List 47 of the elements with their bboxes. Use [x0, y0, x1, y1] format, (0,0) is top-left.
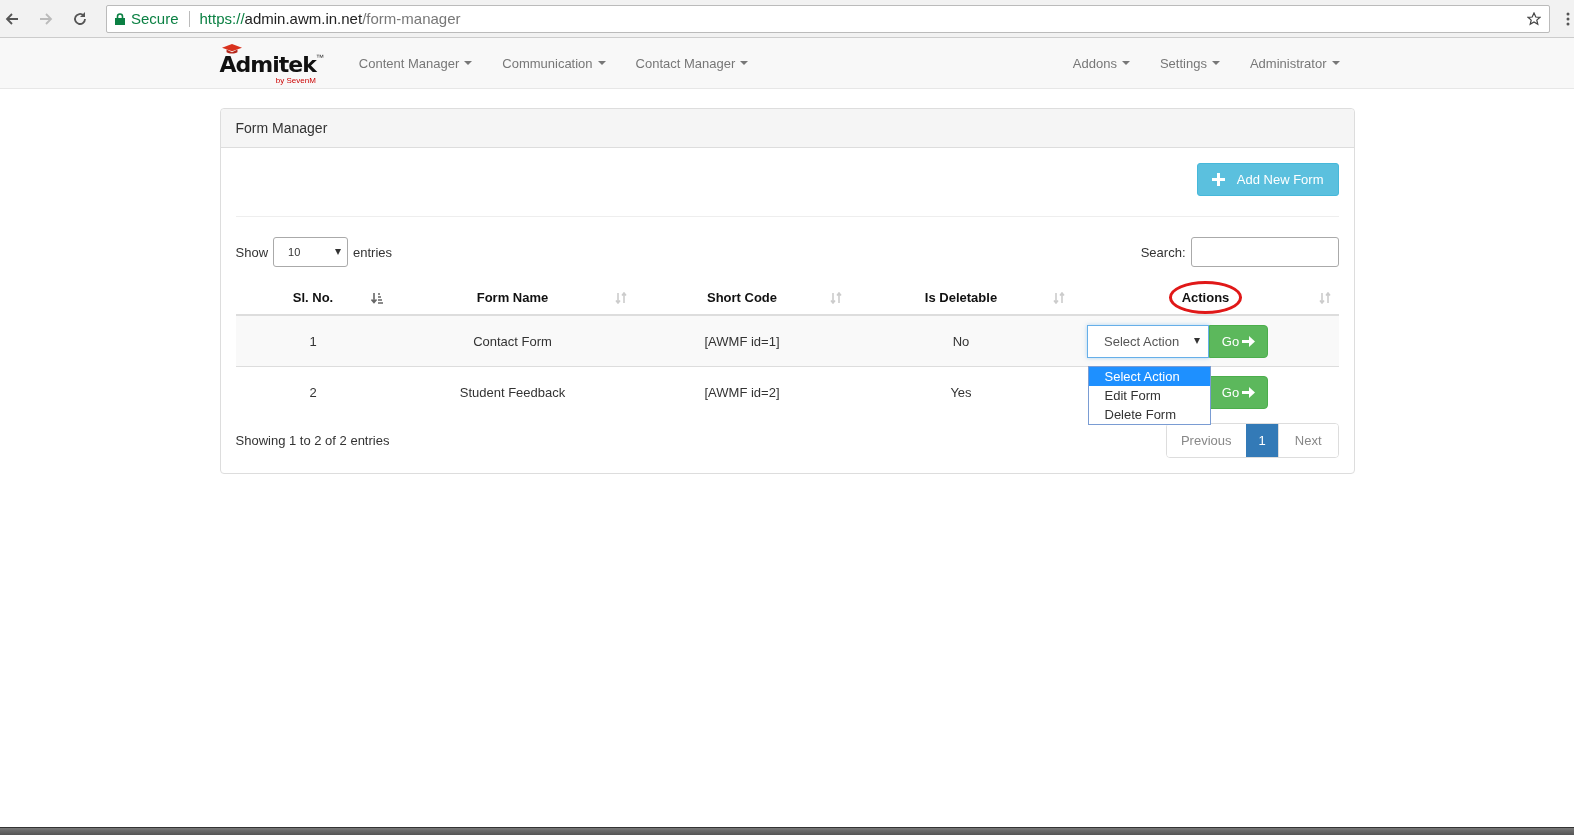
- column-header[interactable]: Short Code: [706, 290, 778, 305]
- plus-icon: [1211, 173, 1225, 186]
- nav-menu[interactable]: Contact Manager: [620, 38, 764, 88]
- column-header[interactable]: Form Name: [476, 290, 549, 305]
- table-cell: Yes: [849, 366, 1073, 417]
- back-icon[interactable]: [4, 10, 20, 27]
- next-button[interactable]: Next: [1277, 424, 1338, 457]
- column-header[interactable]: Sl. No.: [292, 290, 334, 305]
- menu-icon[interactable]: [1566, 11, 1570, 26]
- show-label: Show: [235, 244, 269, 260]
- nav-menu[interactable]: Addons: [1057, 38, 1145, 88]
- nav-menu[interactable]: Settings: [1144, 38, 1235, 88]
- entries-label: entries: [353, 244, 393, 260]
- lock-icon: [115, 12, 125, 25]
- dropdown-option[interactable]: Edit Form: [1088, 385, 1210, 405]
- column-header[interactable]: Is Deletable: [924, 290, 998, 305]
- url-text[interactable]: https://admin.awm.in.net/form-manager: [199, 10, 461, 27]
- arrow-right-icon: [1242, 335, 1256, 347]
- sort-icon[interactable]: [370, 291, 383, 304]
- table-cell: Student Feedback: [390, 366, 635, 417]
- reload-icon[interactable]: [72, 10, 88, 27]
- dropdown-option[interactable]: Delete Form: [1088, 404, 1210, 424]
- table-cell: Contact Form: [390, 315, 635, 367]
- page-size-select[interactable]: 10: [273, 237, 349, 267]
- table-cell: 2: [235, 366, 391, 417]
- go-button[interactable]: Go: [1209, 375, 1268, 409]
- dropdown-option[interactable]: Select Action: [1088, 366, 1210, 386]
- table-cell: 1: [235, 315, 391, 367]
- page-button[interactable]: 1: [1245, 424, 1278, 457]
- column-header[interactable]: Actions: [1181, 290, 1230, 305]
- panel-title: Form Manager: [220, 109, 1354, 148]
- brand-logo[interactable]: Admitek™ by SevenM: [219, 41, 324, 85]
- nav-menu[interactable]: Administrator: [1234, 38, 1355, 88]
- table-cell: [AWMF id=1]: [634, 315, 850, 367]
- table-info: Showing 1 to 2 of 2 entries: [235, 433, 390, 448]
- nav-menu[interactable]: Content Manager: [343, 38, 488, 88]
- star-icon[interactable]: [1527, 11, 1541, 26]
- action-select[interactable]: Select Action: [1087, 324, 1209, 358]
- arrow-right-icon: [1242, 386, 1256, 398]
- search-label: Search:: [1140, 244, 1186, 260]
- table-cell: No: [849, 315, 1073, 367]
- search-field[interactable]: [1190, 237, 1339, 267]
- secure-label: Secure: [131, 10, 179, 27]
- nav-menu[interactable]: Communication: [487, 38, 621, 88]
- forward-icon[interactable]: [38, 10, 54, 27]
- table-cell: [AWMF id=2]: [634, 366, 850, 417]
- go-button[interactable]: Go: [1209, 324, 1268, 358]
